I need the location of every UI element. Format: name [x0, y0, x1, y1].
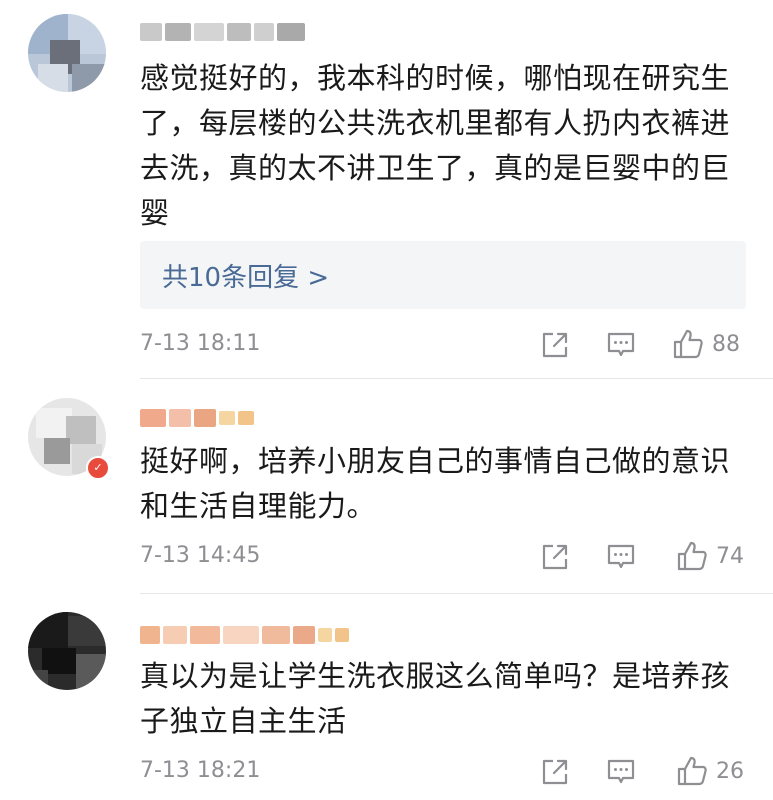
like-button[interactable]: 26	[676, 755, 744, 787]
comment-text: 感觉挺好的，我本科的时候，哪怕现在研究生了，每层楼的公共洗衣机里都有人扔内衣裤进…	[140, 61, 731, 230]
avatar[interactable]	[28, 612, 106, 690]
share-icon	[542, 332, 568, 358]
like-count: 74	[716, 543, 744, 569]
comment-text: 挺好啊，培养小朋友自己的事情自己做的意识和生活自理能力。	[140, 444, 731, 523]
like-button[interactable]: 88	[672, 328, 740, 360]
thumbs-up-icon	[677, 756, 707, 786]
thumbs-up-icon	[673, 329, 703, 359]
comment-timestamp: 7-13 18:11	[140, 331, 261, 356]
divider	[140, 593, 773, 594]
share-icon	[542, 759, 568, 785]
view-replies-box[interactable]: 共10条回复 >	[140, 241, 746, 309]
divider	[140, 378, 773, 379]
share-icon	[542, 544, 568, 570]
comment-text: 真以为是让学生洗衣服这么简单吗？是培养孩子独立自主生活	[140, 659, 731, 738]
comment-button[interactable]	[606, 542, 636, 572]
comment-icon	[607, 759, 635, 784]
like-count: 26	[716, 758, 744, 784]
thumbs-up-icon	[677, 541, 707, 571]
comment-timestamp: 7-13 18:21	[140, 758, 261, 783]
comment-timestamp: 7-13 14:45	[140, 543, 261, 568]
like-button[interactable]: 74	[676, 540, 744, 572]
view-replies-link[interactable]: 共10条回复 >	[162, 257, 329, 294]
like-count: 88	[712, 331, 740, 357]
verified-badge: ✓	[86, 456, 110, 480]
comment-item: 真以为是让学生洗衣服这么简单吗？是培养孩子独立自主生活 7-13 18:21 2…	[0, 595, 773, 800]
username[interactable]	[140, 406, 254, 430]
avatar[interactable]	[28, 14, 106, 92]
share-button[interactable]	[540, 330, 570, 360]
comment-item: 感觉挺好的，我本科的时候，哪怕现在研究生了，每层楼的公共洗衣机里都有人扔内衣裤进…	[0, 0, 773, 380]
share-button[interactable]	[540, 757, 570, 787]
comment-button[interactable]	[606, 330, 636, 360]
comment-icon	[607, 332, 635, 357]
comment-button[interactable]	[606, 757, 636, 787]
share-button[interactable]	[540, 542, 570, 572]
comment-item: ✓ 挺好啊，培养小朋友自己的事情自己做的意识和生活自理能力。 7-13 14:4…	[0, 380, 773, 595]
username[interactable]	[140, 20, 305, 44]
comment-icon	[607, 544, 635, 569]
username[interactable]	[140, 623, 349, 647]
